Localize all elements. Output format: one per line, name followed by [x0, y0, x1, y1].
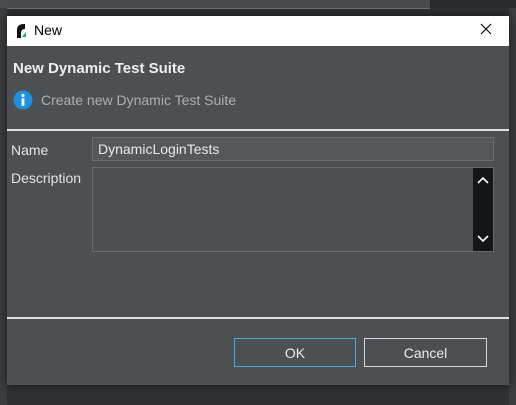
name-input[interactable]	[92, 137, 494, 161]
close-button[interactable]	[463, 16, 509, 46]
header-separator	[7, 129, 509, 131]
description-input[interactable]	[93, 168, 473, 251]
dialog-header: New Dynamic Test Suite Create new Dynami…	[7, 46, 509, 128]
chevron-down-icon	[477, 230, 489, 248]
scroll-down-button[interactable]	[473, 229, 493, 249]
ok-button[interactable]: OK	[234, 338, 356, 367]
background-toolbar	[0, 0, 430, 9]
app-logo-icon	[15, 23, 27, 39]
dialog-titlebar: New	[7, 16, 509, 46]
close-icon	[480, 22, 492, 40]
description-field	[92, 167, 494, 252]
background-right-panel	[509, 8, 516, 405]
footer-separator	[7, 317, 509, 319]
background-edge	[430, 0, 516, 8]
scroll-up-button[interactable]	[473, 170, 493, 190]
background-left-panel	[0, 8, 7, 405]
description-label: Description	[11, 170, 82, 186]
dialog-title: New	[34, 22, 63, 38]
header-message: Create new Dynamic Test Suite	[41, 92, 237, 108]
cancel-button[interactable]: Cancel	[364, 338, 487, 367]
name-label: Name	[11, 142, 49, 158]
new-dialog: New New Dynamic Test Suite Create new Dy…	[7, 16, 509, 385]
description-scrollbar[interactable]	[473, 168, 493, 251]
info-icon	[13, 90, 33, 115]
header-title: New Dynamic Test Suite	[13, 60, 186, 77]
chevron-up-icon	[477, 171, 489, 189]
